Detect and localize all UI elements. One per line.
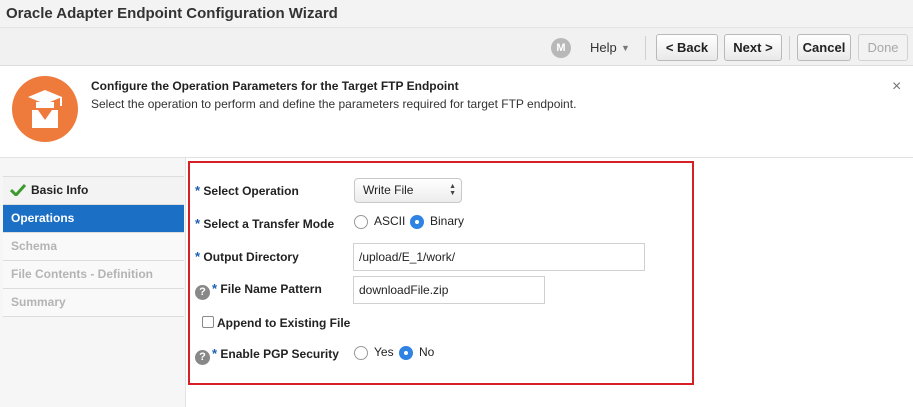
back-button[interactable]: < Back [656,34,718,61]
graduate-icon [28,90,62,128]
radio-pgp-no[interactable] [399,346,413,360]
help-icon[interactable]: ? [195,285,210,300]
toolbar-separator [645,36,646,60]
radio-ascii-label: ASCII [374,214,406,228]
radio-pgp-no-label: No [419,345,435,359]
radio-binary[interactable] [410,215,424,229]
train-item-label: Schema [11,239,58,253]
operation-select-value: Write File [363,183,414,197]
radio-binary-label: Binary [430,214,465,228]
train-item-label: File Contents - Definition [11,267,153,281]
required-marker: * [212,346,218,361]
file-name-pattern-field[interactable]: downloadFile.zip [353,276,545,304]
header-description: Select the operation to perform and defi… [91,97,577,111]
window-title: Oracle Adapter Endpoint Configuration Wi… [6,5,338,22]
select-operation-label: * Select Operation [195,183,299,198]
train-item-basic-info[interactable]: Basic Info [3,177,184,205]
wizard-step-icon [12,76,78,142]
train-item-file-contents-definition: File Contents - Definition [3,261,184,289]
wizard-train: Basic Info Operations Schema File Conten… [3,176,184,317]
help-icon[interactable]: ? [195,350,210,365]
train-item-schema: Schema [3,233,184,261]
pgp-security-label: ? * Enable PGP Security [195,346,339,365]
header-title: Configure the Operation Parameters for t… [91,79,459,93]
train-item-summary: Summary [3,289,184,317]
required-marker: * [195,183,201,198]
operation-select[interactable]: Write File ▲ ▼ [354,178,462,203]
train-item-operations[interactable]: Operations [3,205,184,233]
done-button: Done [858,34,908,61]
toolbar: M Help ▼ < Back Next > Cancel Done [0,28,913,66]
output-directory-field[interactable]: /upload/E_1/work/ [353,243,645,271]
chevron-down-icon[interactable]: ▼ [621,43,630,53]
radio-pgp-yes-label: Yes [374,345,394,359]
transfer-mode-label: * Select a Transfer Mode [195,216,335,231]
close-icon[interactable]: × [892,78,901,96]
required-marker: * [195,249,201,264]
file-name-pattern-label: ? * File Name Pattern [195,281,322,300]
help-badge-icon[interactable]: M [551,38,571,58]
wizard-header: Configure the Operation Parameters for t… [0,66,913,158]
toolbar-separator [789,36,790,60]
required-marker: * [195,216,201,231]
output-directory-label: * Output Directory [195,249,299,264]
train-item-label: Basic Info [31,183,89,197]
select-arrows-icon: ▲ ▼ [449,183,456,197]
wizard-train-panel: Basic Info Operations Schema File Conten… [0,158,186,407]
cancel-button[interactable]: Cancel [797,34,851,61]
append-checkbox[interactable] [202,316,214,328]
next-button[interactable]: Next > [724,34,782,61]
help-menu-button[interactable]: Help [590,40,617,55]
radio-ascii[interactable] [354,215,368,229]
append-label: Append to Existing File [217,316,351,330]
required-marker: * [212,281,218,296]
radio-pgp-yes[interactable] [354,346,368,360]
window-titlebar: Oracle Adapter Endpoint Configuration Wi… [0,0,913,28]
train-item-label: Operations [11,211,75,225]
train-item-label: Summary [11,295,66,309]
checkmark-icon [10,184,26,196]
